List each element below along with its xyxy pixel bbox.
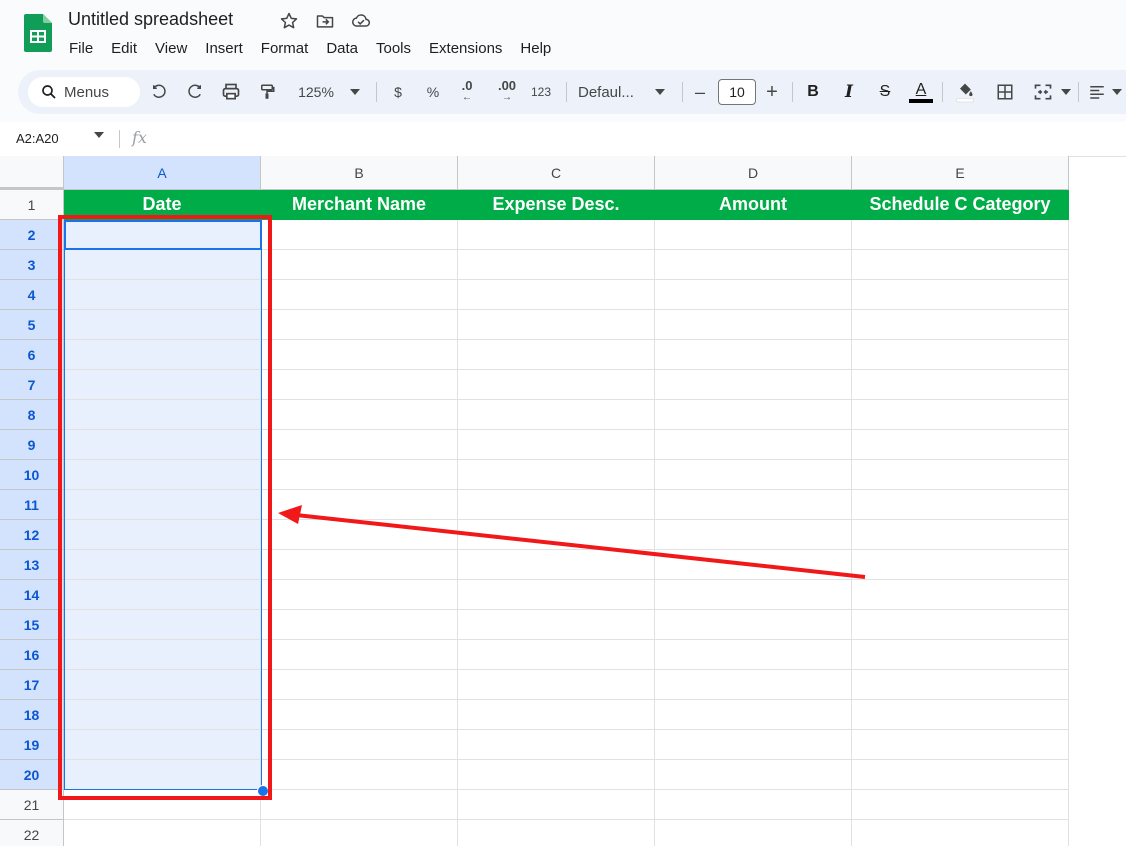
annotation-arrow xyxy=(278,505,866,579)
